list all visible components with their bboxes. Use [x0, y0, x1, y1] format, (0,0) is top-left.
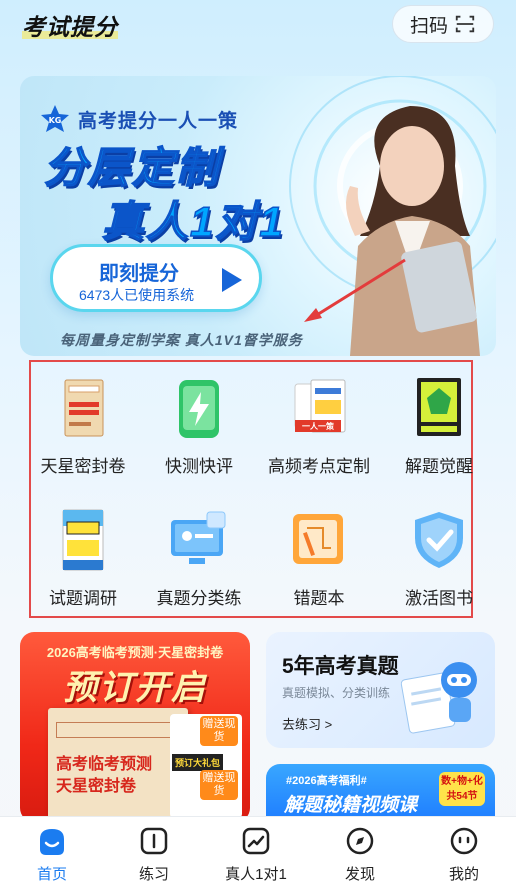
cta-label: 即刻提分 — [99, 263, 179, 285]
feature-activate-book[interactable]: 激活图书 — [374, 508, 504, 609]
book-cover-image: 高考临考预测 天星密封卷 — [48, 708, 188, 822]
tab-label: 练习 — [138, 866, 169, 883]
promo-title: 解题秘籍视频课 — [284, 795, 418, 816]
sealed-paper-book-icon — [64, 379, 104, 437]
feature-awakening[interactable]: 解题觉醒 — [374, 376, 504, 477]
practice-icon — [140, 827, 168, 855]
start-boost-button[interactable]: 即刻提分 6473人已使用系统 — [50, 244, 262, 312]
notebook-icon — [293, 514, 343, 564]
svg-text:一人一策: 一人一策 — [302, 421, 335, 431]
banner-headline-1: 分层定制 — [43, 143, 221, 192]
tab-profile[interactable]: 我的 — [414, 825, 514, 884]
promo-card-past-exams[interactable]: 5年高考真题 真题模拟、分类训练 去练习 > — [266, 632, 495, 748]
custom-book-icon: 一人一策 — [294, 379, 346, 433]
tab-home[interactable]: 首页 — [2, 825, 102, 884]
awakening-book-icon — [417, 378, 461, 436]
play-icon — [222, 268, 242, 292]
feature-label: 错题本 — [293, 589, 345, 608]
promo-headline: 预订开启 — [63, 669, 207, 707]
tab-discover[interactable]: 发现 — [310, 825, 410, 884]
gift-tag-2: 赠送现货 — [200, 770, 238, 800]
banner-headline-2: 真人1对1 — [101, 197, 285, 246]
robot-mascot-icon — [400, 662, 477, 734]
star-badge-icon: KG — [41, 105, 69, 132]
promo-card-sealed-paper[interactable]: 2026高考临考预测·天星密封卷 预订开启 高考临考预测 天星密封卷 赠送现货 … — [20, 632, 250, 822]
feature-label: 天星密封卷 — [40, 457, 126, 476]
banner-subtitle: 高考提分一人一策 — [78, 110, 239, 132]
shield-check-icon — [415, 512, 463, 568]
annotation-arrow — [304, 258, 406, 322]
cta-usage-count: 6473人已使用系统 — [79, 287, 195, 303]
banner-footer-text: 每周量身定制学案 真人1V1督学服务 — [60, 332, 303, 348]
monitor-icon — [171, 511, 226, 564]
promo-subtitle: 真题模拟、分类训练 — [282, 686, 391, 700]
tab-practice[interactable]: 练习 — [104, 825, 204, 884]
go-practice-link[interactable]: 去练习 > — [282, 714, 332, 733]
feature-research[interactable]: 试题调研 — [18, 508, 148, 609]
hero-banner[interactable]: KG 高考提分一人一策 分层定制 真人1对1 即刻提分 6473人已使用系统 每… — [20, 76, 496, 356]
feature-grid: 天星密封卷 快测快评 一人一策 高频考点定制 解题觉醒 试题调研 真题分类练 错… — [29, 360, 473, 618]
home-icon — [40, 829, 64, 855]
gift-pack-image: 赠送现货 预订大礼包 赠送现货 — [170, 714, 242, 818]
trend-icon — [242, 827, 270, 855]
svg-text:KG: KG — [49, 116, 62, 125]
bottom-tab-bar: 首页 练习 真人1对1 发现 我的 — [0, 816, 516, 888]
scan-label: 扫码 — [409, 15, 448, 37]
feature-label: 真题分类练 — [156, 589, 242, 608]
page-title: 考试提分 — [22, 8, 118, 42]
book-title-2: 天星密封卷 — [56, 778, 137, 795]
gift-label: 预订大礼包 — [172, 754, 224, 771]
tab-one-on-one[interactable]: 真人1对1 — [206, 825, 306, 884]
compass-icon — [346, 827, 374, 855]
promo-card-video-course[interactable]: #2026高考福利# 解题秘籍视频课 数+物+化 共54节 — [266, 764, 495, 824]
tab-label: 发现 — [344, 866, 375, 883]
phone-lightning-icon — [179, 380, 219, 438]
feature-quick-test[interactable]: 快测快评 — [134, 376, 264, 477]
feature-categorized-practice[interactable]: 真题分类练 — [134, 508, 264, 609]
scan-icon — [455, 15, 475, 33]
feature-wrong-notebook[interactable]: 错题本 — [254, 508, 384, 609]
feature-label: 高频考点定制 — [268, 457, 370, 476]
tab-label: 首页 — [36, 866, 67, 883]
book-title-1: 高考临考预测 — [56, 756, 153, 773]
scan-button[interactable]: 扫码 — [392, 5, 494, 43]
promo-title: 5年高考真题 — [282, 655, 399, 678]
feature-label: 快测快评 — [165, 457, 233, 476]
research-book-icon — [62, 509, 104, 571]
header: 考试提分 扫码 — [0, 0, 516, 48]
feature-sealed-paper[interactable]: 天星密封卷 — [18, 376, 148, 477]
feature-label: 激活图书 — [405, 589, 473, 608]
feature-label: 解题觉醒 — [405, 457, 473, 476]
feature-label: 试题调研 — [49, 589, 117, 608]
profile-icon — [450, 827, 478, 855]
tab-label: 真人1对1 — [225, 866, 287, 883]
feature-custom-points[interactable]: 一人一策 高频考点定制 — [254, 376, 384, 477]
promo-top-text: 2026高考临考预测·天星密封卷 — [46, 645, 224, 660]
promo-tag: #2026高考福利# — [286, 775, 367, 787]
lesson-count-badge: 数+物+化 共54节 — [439, 772, 485, 806]
gift-tag: 赠送现货 — [200, 716, 238, 746]
tab-label: 我的 — [448, 866, 479, 883]
